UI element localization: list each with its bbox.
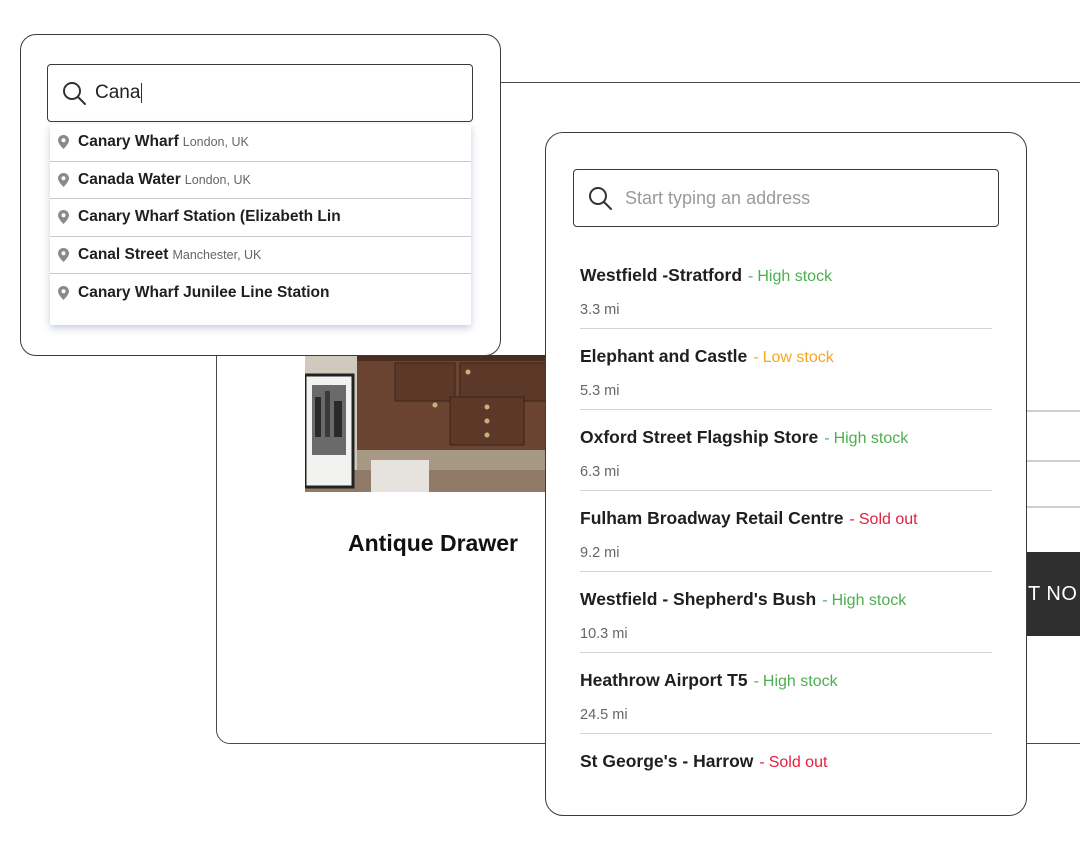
stock-status: Sold out: [858, 511, 918, 528]
stock-status: Sold out: [768, 754, 828, 771]
stock-status: Low stock: [762, 349, 834, 366]
suggestion-detail: London, UK: [182, 135, 249, 150]
store-name: St George's - Harrow: [580, 751, 754, 771]
stock-status: High stock: [831, 592, 907, 609]
stock-status: High stock: [762, 673, 838, 690]
store-search-input[interactable]: [623, 186, 967, 210]
location-pin-icon: [58, 172, 70, 187]
store-list-item[interactable]: Elephant and Castle - Low stock 5.3 mi: [580, 329, 992, 410]
location-pin-icon: [58, 135, 70, 150]
suggestion-name: Canary Wharf: [78, 133, 179, 151]
search-icon: [587, 185, 613, 211]
suggestion-item[interactable]: Canary Wharf London, UK: [50, 124, 471, 162]
store-distance: 3.3 mi: [580, 302, 620, 318]
address-search-input[interactable]: Cana: [47, 64, 473, 122]
divider: [1020, 410, 1080, 412]
store-name: Elephant and Castle: [580, 346, 748, 366]
suggestion-name: Canary Wharf Junilee Line Station: [78, 283, 330, 301]
suggestion-item[interactable]: Canary Wharf Junilee Line Station: [50, 274, 471, 312]
store-search-field[interactable]: [573, 169, 999, 227]
separator: -: [759, 754, 765, 771]
separator: -: [822, 592, 828, 609]
cta-button-label: T NO: [1028, 582, 1078, 605]
product-title: Antique Drawer: [348, 530, 518, 556]
separator: -: [753, 349, 759, 366]
suggestion-name: Canal Street: [78, 245, 169, 263]
location-pin-icon: [58, 210, 70, 225]
store-name: Oxford Street Flagship Store: [580, 427, 819, 447]
store-distance: 6.3 mi: [580, 464, 620, 480]
store-name: Heathrow Airport T5: [580, 670, 748, 690]
separator: -: [824, 430, 830, 447]
suggestion-detail: Manchester, UK: [172, 247, 262, 262]
store-list-item[interactable]: Oxford Street Flagship Store - High stock …: [580, 410, 992, 491]
separator: -: [748, 268, 754, 285]
suggestion-detail: London, UK: [184, 172, 251, 187]
store-name: Westfield -Stratford: [580, 265, 743, 285]
store-name: Fulham Broadway Retail Centre: [580, 508, 844, 528]
store-list-item[interactable]: St George's - Harrow - Sold out: [580, 734, 992, 815]
divider: [1020, 460, 1080, 462]
suggestion-name: Canary Wharf Station (Elizabeth Lin: [78, 208, 341, 226]
store-list-item[interactable]: Westfield - Shepherd's Bush - High stock 1…: [580, 572, 992, 653]
store-distance: 9.2 mi: [580, 545, 620, 561]
suggestion-item[interactable]: Canary Wharf Station (Elizabeth Lin: [50, 199, 471, 237]
separator: -: [753, 673, 759, 690]
search-query: Cana: [95, 82, 141, 103]
suggestion-name: Canada Water: [78, 170, 181, 188]
store-distance: 24.5 mi: [580, 707, 628, 723]
stock-status: High stock: [833, 430, 909, 447]
text-caret: [141, 83, 143, 103]
store-list-item[interactable]: Heathrow Airport T5- High stock 24.5 mi: [580, 653, 992, 734]
suggestion-item[interactable]: Canada Water London, UK: [50, 162, 471, 199]
suggestion-item[interactable]: Canal Street Manchester, UK: [50, 237, 471, 274]
stock-status: High stock: [757, 268, 833, 285]
store-list: Westfield -Stratford - High stock 3.3 mi E…: [580, 248, 992, 815]
store-list-item[interactable]: Fulham Broadway Retail Centre - Sold out 9…: [580, 491, 992, 572]
location-pin-icon: [58, 247, 70, 262]
separator: -: [849, 511, 855, 528]
store-distance: 5.3 mi: [580, 383, 620, 399]
location-pin-icon: [58, 285, 70, 300]
search-icon: [61, 80, 87, 106]
store-distance: 10.3 mi: [580, 626, 628, 642]
store-name: Westfield - Shepherd's Bush: [580, 589, 817, 609]
product-image: [305, 355, 550, 492]
store-list-item[interactable]: Westfield -Stratford - High stock 3.3 mi: [580, 248, 992, 329]
suggestion-list: Canary Wharf London, UK Canada Water Lon…: [50, 124, 471, 325]
divider: [1020, 506, 1080, 508]
